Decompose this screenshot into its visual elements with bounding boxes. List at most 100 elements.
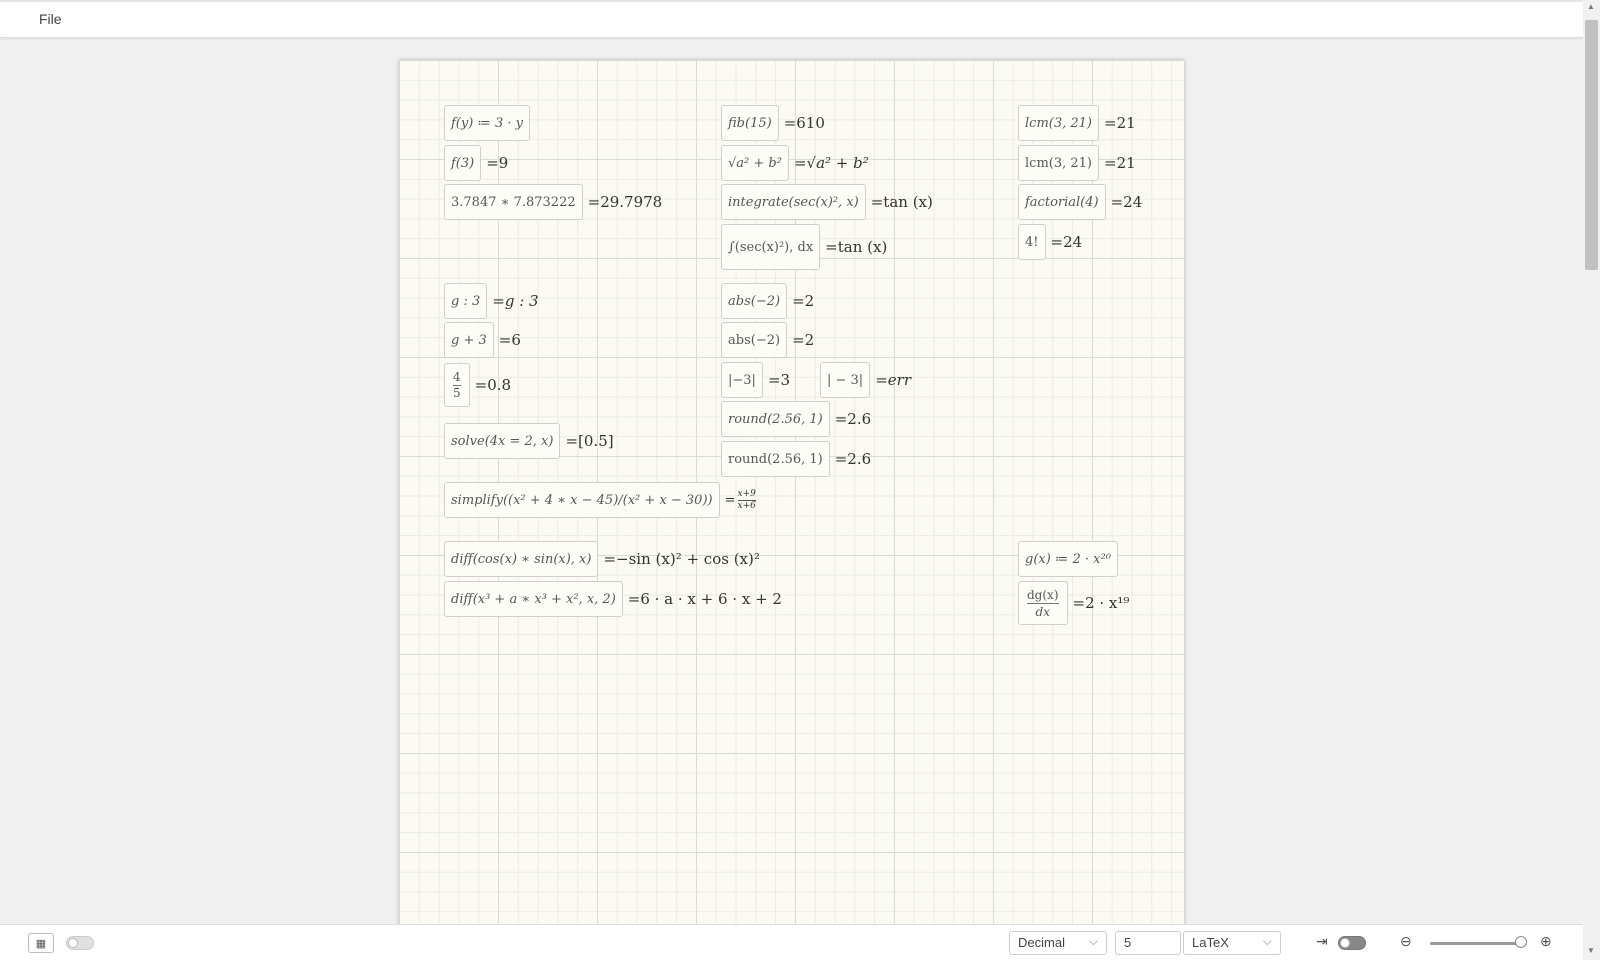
- cell-input[interactable]: g : 3: [444, 283, 488, 319]
- cell-result: =9: [486, 154, 509, 172]
- fraction-denominator: 5: [453, 385, 461, 400]
- worksheet[interactable]: f(y) ≔ 3 · y f(3) =9 3.7847 ∗ 7.873222 =…: [399, 60, 1184, 930]
- menu-bar: File: [0, 0, 1583, 38]
- cell-input[interactable]: abs(−2): [721, 283, 788, 319]
- cell-input[interactable]: |−3|: [721, 362, 763, 398]
- zoom-slider[interactable]: [1430, 936, 1527, 948]
- cell-input[interactable]: fib(15): [721, 105, 779, 141]
- math-cell[interactable]: dg(x) dx =2 · x¹⁹: [1018, 581, 1129, 625]
- export-toggle[interactable]: [1338, 936, 1366, 950]
- zoom-in-icon[interactable]: ⊕: [1540, 933, 1552, 950]
- math-cell[interactable]: f(y) ≔ 3 · y: [444, 105, 531, 141]
- math-cell[interactable]: |−3| =3: [721, 362, 790, 398]
- math-cell[interactable]: lcm(3, 21) =21: [1018, 145, 1136, 181]
- cell-input[interactable]: lcm(3, 21): [1018, 145, 1099, 181]
- cell-input[interactable]: simplify((x² + 4 ∗ x − 45)/(x² + x − 30)…: [444, 482, 720, 518]
- export-icon[interactable]: ⇥: [1316, 933, 1328, 950]
- math-cell[interactable]: ∫(sec(x)²), dx =tan (x): [721, 224, 887, 270]
- math-cell[interactable]: fib(15) =610: [721, 105, 825, 141]
- cell-result: =−sin (x)² + cos (x)²: [603, 550, 760, 568]
- cell-result: =24: [1050, 233, 1083, 251]
- cell-result: =tan (x): [870, 193, 933, 211]
- scroll-up-icon[interactable]: ▲: [1587, 2, 1595, 11]
- output-format-value: LaTeX: [1192, 935, 1229, 950]
- cell-input[interactable]: abs(−2): [721, 322, 788, 358]
- file-menu[interactable]: File: [39, 11, 62, 27]
- cell-input[interactable]: 4!: [1018, 224, 1046, 260]
- output-format-select[interactable]: LaTeX ⌵: [1183, 931, 1281, 955]
- cell-result: =tan (x): [825, 238, 888, 256]
- cell-input[interactable]: 3.7847 ∗ 7.873222: [444, 184, 583, 220]
- grid-icon: ▦: [35, 937, 47, 950]
- cell-input[interactable]: lcm(3, 21): [1018, 105, 1099, 141]
- cell-result: x+9 x+6: [737, 489, 756, 512]
- cell-result: =2.6: [834, 450, 872, 468]
- cell-result: =6: [498, 331, 521, 349]
- math-cell[interactable]: round(2.56, 1) =2.6: [721, 441, 871, 477]
- cell-result: =610: [783, 114, 825, 132]
- cell-result: =0.8: [474, 376, 512, 394]
- math-cell[interactable]: round(2.56, 1) =2.6: [721, 401, 871, 437]
- scroll-thumb[interactable]: [1585, 20, 1598, 270]
- scroll-down-icon[interactable]: ▼: [1587, 946, 1595, 955]
- number-format-value: Decimal: [1018, 935, 1065, 950]
- math-cell[interactable]: | − 3| =err: [820, 362, 911, 398]
- vertical-scrollbar[interactable]: ▲ ▼: [1583, 0, 1600, 959]
- cell-input[interactable]: f(3): [444, 145, 482, 181]
- cell-result: =[0.5]: [565, 432, 614, 450]
- cell-result: =2 · x¹⁹: [1072, 594, 1130, 612]
- math-cell[interactable]: 4 5 =0.8: [444, 363, 511, 407]
- math-cell[interactable]: 3.7847 ∗ 7.873222 =29.7978: [444, 184, 662, 220]
- zoom-out-icon[interactable]: ⊖: [1400, 933, 1412, 950]
- cell-input[interactable]: 4 5: [444, 363, 470, 407]
- math-cell[interactable]: abs(−2) =2: [721, 322, 814, 358]
- cell-input[interactable]: round(2.56, 1): [721, 441, 830, 477]
- math-cell[interactable]: integrate(sec(x)², x) =tan (x): [721, 184, 933, 220]
- zoom-slider-handle[interactable]: [1515, 936, 1527, 948]
- cell-input[interactable]: factorial(4): [1018, 184, 1106, 220]
- fraction-numerator: 4: [453, 369, 461, 386]
- math-cell[interactable]: 4! =24: [1018, 224, 1082, 260]
- cell-result: =21: [1104, 154, 1136, 172]
- cell-result: =err: [875, 371, 911, 389]
- math-cell[interactable]: diff(cos(x) ∗ sin(x), x) =−sin (x)² + co…: [444, 541, 760, 577]
- math-cell[interactable]: diff(x³ + a ∗ x³ + x², x, 2) =6 · a · x …: [444, 581, 782, 617]
- status-bar: ▦ Decimal ⌵ 5 LaTeX ⌵ ⇥ ⊖ ⊕: [0, 924, 1583, 960]
- grid-toggle[interactable]: [66, 936, 94, 950]
- precision-input[interactable]: 5: [1115, 931, 1181, 955]
- cell-input[interactable]: g(x) ≔ 2 · x²⁰: [1018, 541, 1118, 577]
- cell-input[interactable]: g + 3: [444, 322, 494, 358]
- cell-result: =2: [792, 292, 815, 310]
- math-cell[interactable]: lcm(3, 21) =21: [1018, 105, 1136, 141]
- math-cell[interactable]: abs(−2) =2: [721, 283, 814, 319]
- number-format-select[interactable]: Decimal ⌵: [1009, 931, 1107, 955]
- math-cell[interactable]: factorial(4) =24: [1018, 184, 1142, 220]
- math-cell[interactable]: g + 3 =6: [444, 322, 521, 358]
- math-cell[interactable]: √a² + b² =√a² + b²: [721, 145, 869, 181]
- cell-input[interactable]: | − 3|: [820, 362, 871, 398]
- cell-result: =29.7978: [587, 193, 663, 211]
- cell-input[interactable]: ∫(sec(x)²), dx: [721, 224, 821, 270]
- cell-input[interactable]: solve(4x = 2, x): [444, 423, 561, 459]
- math-cell[interactable]: g : 3 =g : 3: [444, 283, 539, 319]
- cell-result: =2: [792, 331, 815, 349]
- math-cell[interactable]: solve(4x = 2, x) =[0.5]: [444, 423, 614, 459]
- cell-input[interactable]: √a² + b²: [721, 145, 789, 181]
- math-cell[interactable]: simplify((x² + 4 ∗ x − 45)/(x² + x − 30)…: [444, 482, 756, 518]
- cell-result: =21: [1104, 114, 1136, 132]
- cell-result: =24: [1110, 193, 1143, 211]
- cell-input[interactable]: diff(cos(x) ∗ sin(x), x): [444, 541, 599, 577]
- fraction-denominator: dx: [1035, 604, 1050, 619]
- math-cell[interactable]: f(3) =9: [444, 145, 508, 181]
- cell-input[interactable]: dg(x) dx: [1018, 581, 1068, 625]
- cell-result: =3: [767, 371, 791, 389]
- cell-input[interactable]: diff(x³ + a ∗ x³ + x², x, 2): [444, 581, 623, 617]
- zoom-slider-fill: [1430, 942, 1521, 945]
- math-cell[interactable]: g(x) ≔ 2 · x²⁰: [1018, 541, 1118, 577]
- cell-input[interactable]: round(2.56, 1): [721, 401, 830, 437]
- grid-view-button[interactable]: ▦: [28, 933, 54, 953]
- chevron-down-icon: ⌵: [1088, 934, 1098, 948]
- cell-input[interactable]: f(y) ≔ 3 · y: [444, 105, 531, 141]
- cell-input[interactable]: integrate(sec(x)², x): [721, 184, 866, 220]
- fraction-numerator: dg(x): [1027, 587, 1059, 604]
